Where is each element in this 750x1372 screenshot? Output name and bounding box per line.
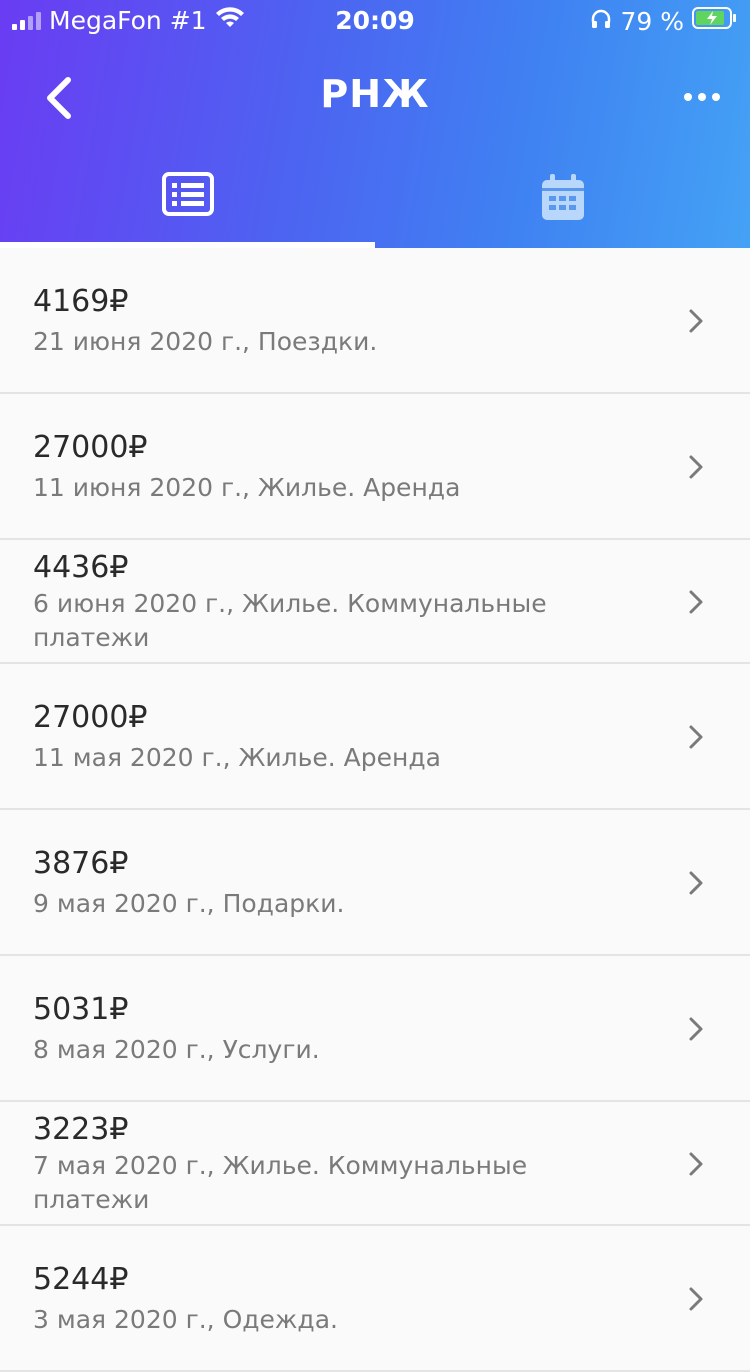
transaction-amount: 3876₽ [33,846,129,881]
view-tabs [0,160,750,248]
transaction-amount: 5031₽ [33,992,129,1027]
chevron-right-icon [689,309,703,333]
transaction-amount: 5244₽ [33,1262,129,1297]
status-bar: MegaFon #1 20:09 79 % [0,0,750,40]
transaction-details: 6 июня 2020 г., Жилье. Коммунальные плат… [33,589,547,652]
chevron-right-icon [689,1152,703,1176]
app-header: MegaFon #1 20:09 79 % РНЖ [0,0,750,248]
transaction-details: 11 мая 2020 г., Жилье. Аренда [33,743,441,772]
list-item[interactable]: 5031₽ 8 мая 2020 г., Услуги. [0,956,750,1102]
chevron-right-icon [689,725,703,749]
tab-list[interactable] [0,160,375,248]
list-item[interactable]: 27000₽ 11 мая 2020 г., Жилье. Аренда [0,664,750,810]
list-item[interactable]: 3223₽ 7 мая 2020 г., Жилье. Коммунальные… [0,1102,750,1226]
transaction-amount: 27000₽ [33,700,148,735]
transaction-details: 21 июня 2020 г., Поездки. [33,327,378,356]
chevron-right-icon [689,1287,703,1311]
chevron-right-icon [689,455,703,479]
transaction-details: 11 июня 2020 г., Жилье. Аренда [33,473,461,502]
battery-icon [692,6,738,36]
transaction-details: 7 мая 2020 г., Жилье. Коммунальные плате… [33,1151,528,1214]
page-title: РНЖ [320,72,430,116]
list-item[interactable]: 4169₽ 21 июня 2020 г., Поездки. [0,248,750,394]
transaction-details: 9 мая 2020 г., Подарки. [33,889,345,918]
transaction-amount: 4169₽ [33,284,129,319]
transaction-amount: 3223₽ [33,1112,129,1147]
chevron-right-icon [689,871,703,895]
calendar-icon [541,174,584,220]
chevron-right-icon [689,1017,703,1041]
chevron-right-icon [689,590,703,614]
list-item[interactable]: 4436₽ 6 июня 2020 г., Жилье. Коммунальны… [0,540,750,664]
transactions-list: 4169₽ 21 июня 2020 г., Поездки. 27000₽ 1… [0,248,750,1372]
more-options-button[interactable] [682,82,722,112]
list-item[interactable]: 5244₽ 3 мая 2020 г., Одежда. [0,1226,750,1372]
transaction-amount: 27000₽ [33,430,148,465]
list-item[interactable]: 3876₽ 9 мая 2020 г., Подарки. [0,810,750,956]
more-horizontal-icon [684,93,720,101]
headphones-icon [590,7,612,36]
transaction-details: 3 мая 2020 г., Одежда. [33,1305,338,1334]
navigation-bar: РНЖ [0,60,750,140]
list-item[interactable]: 27000₽ 11 июня 2020 г., Жилье. Аренда [0,394,750,540]
transaction-details: 8 мая 2020 г., Услуги. [33,1035,320,1064]
transaction-amount: 4436₽ [33,550,129,585]
list-icon [161,172,214,216]
tab-calendar[interactable] [375,160,750,248]
battery-percent: 79 % [620,6,684,36]
